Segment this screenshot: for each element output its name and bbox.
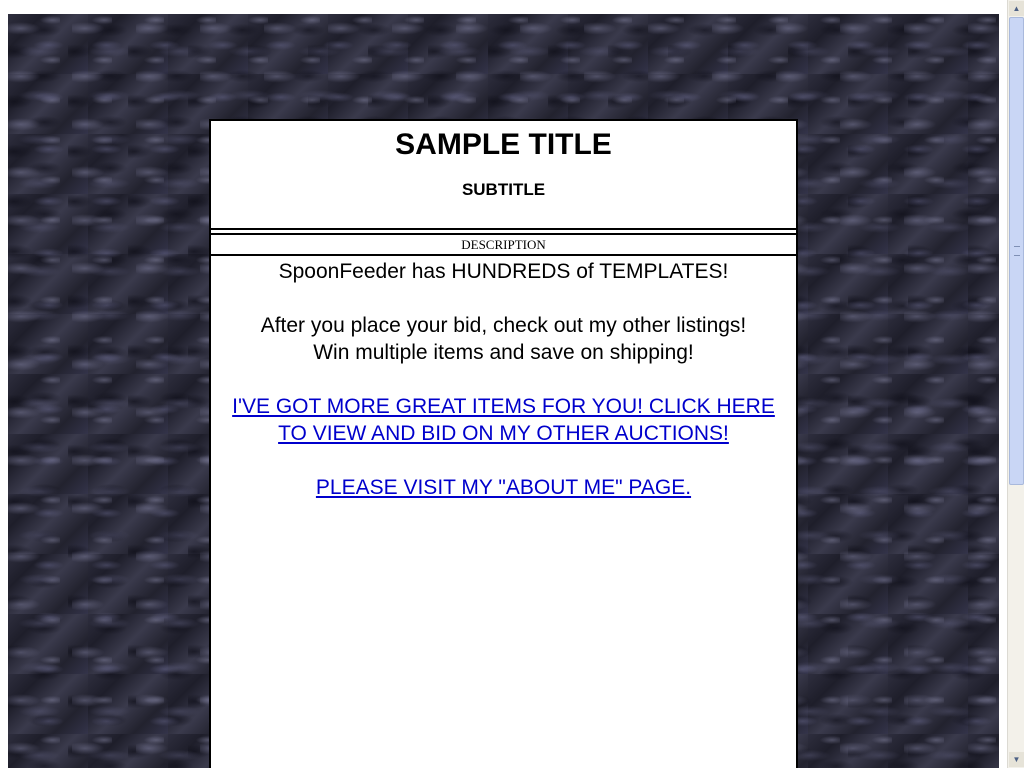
vertical-scrollbar[interactable]: ▲ ▼: [1007, 0, 1024, 768]
bid-line: After you place your bid, check out my o…: [260, 314, 747, 337]
grip-icon: [1014, 246, 1020, 256]
description-header: DESCRIPTION: [211, 233, 796, 256]
other-auctions-paragraph: I'VE GOT MORE GREAT ITEMS FOR YOU! CLICK…: [219, 393, 788, 447]
about-me-link[interactable]: PLEASE VISIT MY "ABOUT ME" PAGE.: [316, 476, 691, 499]
auction-template-panel: SAMPLE TITLE SUBTITLE DESCRIPTION SpoonF…: [209, 119, 798, 768]
page-subtitle: SUBTITLE: [461, 180, 546, 199]
arrow-down-icon[interactable]: ▼: [1009, 752, 1024, 767]
browser-viewport: SAMPLE TITLE SUBTITLE DESCRIPTION SpoonF…: [0, 0, 1024, 768]
arrow-up-icon[interactable]: ▲: [1009, 1, 1024, 16]
shipping-line: Win multiple items and save on shipping!: [313, 341, 694, 364]
scrollbar-thumb[interactable]: [1009, 17, 1024, 485]
about-me-paragraph: PLEASE VISIT MY "ABOUT ME" PAGE.: [219, 474, 788, 501]
title-block: SAMPLE TITLE SUBTITLE: [211, 121, 796, 230]
page-title: SAMPLE TITLE: [395, 128, 612, 161]
description-body: SpoonFeeder has HUNDREDS of TEMPLATES! A…: [211, 256, 796, 501]
promo-line: SpoonFeeder has HUNDREDS of TEMPLATES!: [278, 260, 729, 283]
other-auctions-link[interactable]: I'VE GOT MORE GREAT ITEMS FOR YOU! CLICK…: [232, 395, 775, 445]
